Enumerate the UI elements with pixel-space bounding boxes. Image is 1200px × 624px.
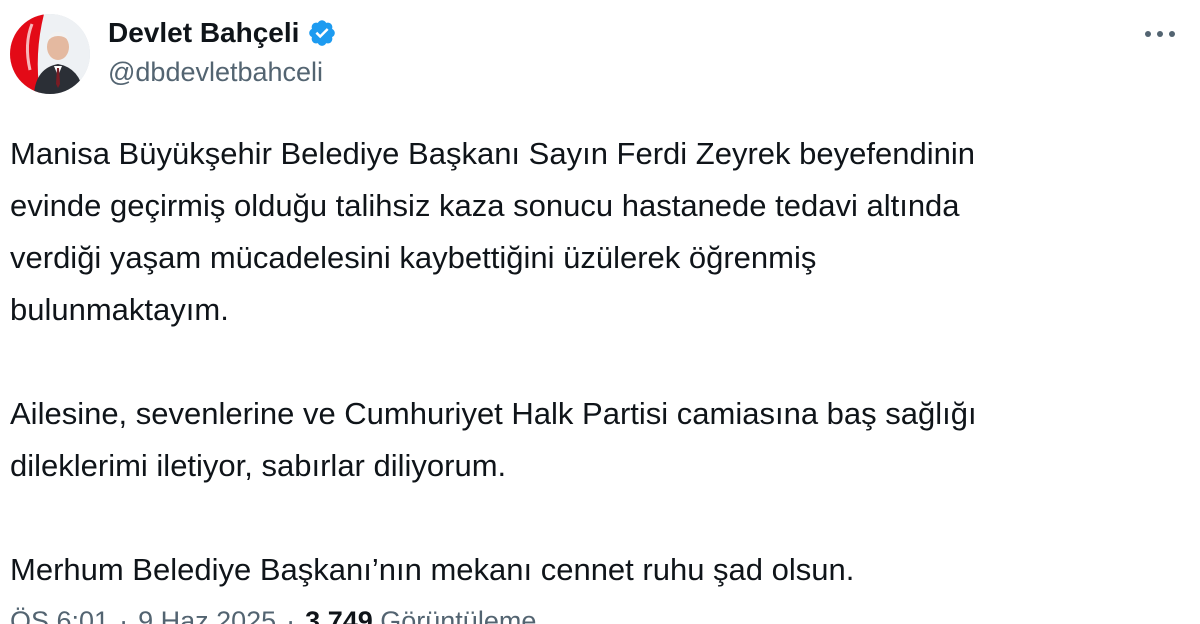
tweet-paragraph: Ailesine, sevenlerine ve Cumhuriyet Halk… (10, 396, 977, 483)
author-display-name[interactable]: Devlet Bahçeli (108, 17, 299, 49)
verified-badge-icon[interactable] (307, 18, 337, 48)
views-count: 3.749 (305, 606, 373, 624)
tweet-paragraph: Manisa Büyükşehir Belediye Başkanı Sayın… (10, 136, 975, 327)
views-label: Görüntüleme (380, 606, 537, 624)
meta-separator: · (119, 606, 129, 624)
more-options-button[interactable] (1140, 16, 1180, 52)
meta-separator: · (286, 606, 296, 624)
tweet-paragraph: Merhum Belediye Başkanı’nın mekanı cenne… (10, 552, 855, 587)
tweet-text: Manisa Büyükşehir Belediye Başkanı Sayın… (10, 128, 1170, 596)
author-name-row: Devlet Bahçeli (108, 14, 337, 52)
more-horizontal-icon (1145, 31, 1175, 37)
author-handle[interactable]: @dbdevletbahceli (108, 57, 323, 88)
post-time[interactable]: ÖS 6:01 (10, 606, 109, 624)
avatar[interactable] (10, 14, 90, 94)
tweet-meta: ÖS 6:01 · 9 Haz 2025 · 3.749 Görüntüleme (10, 606, 536, 624)
avatar-photo (10, 14, 90, 94)
post-date[interactable]: 9 Haz 2025 (138, 606, 276, 624)
tweet-card: Devlet Bahçeli @dbdevletbahceli Manisa B… (0, 0, 1200, 624)
